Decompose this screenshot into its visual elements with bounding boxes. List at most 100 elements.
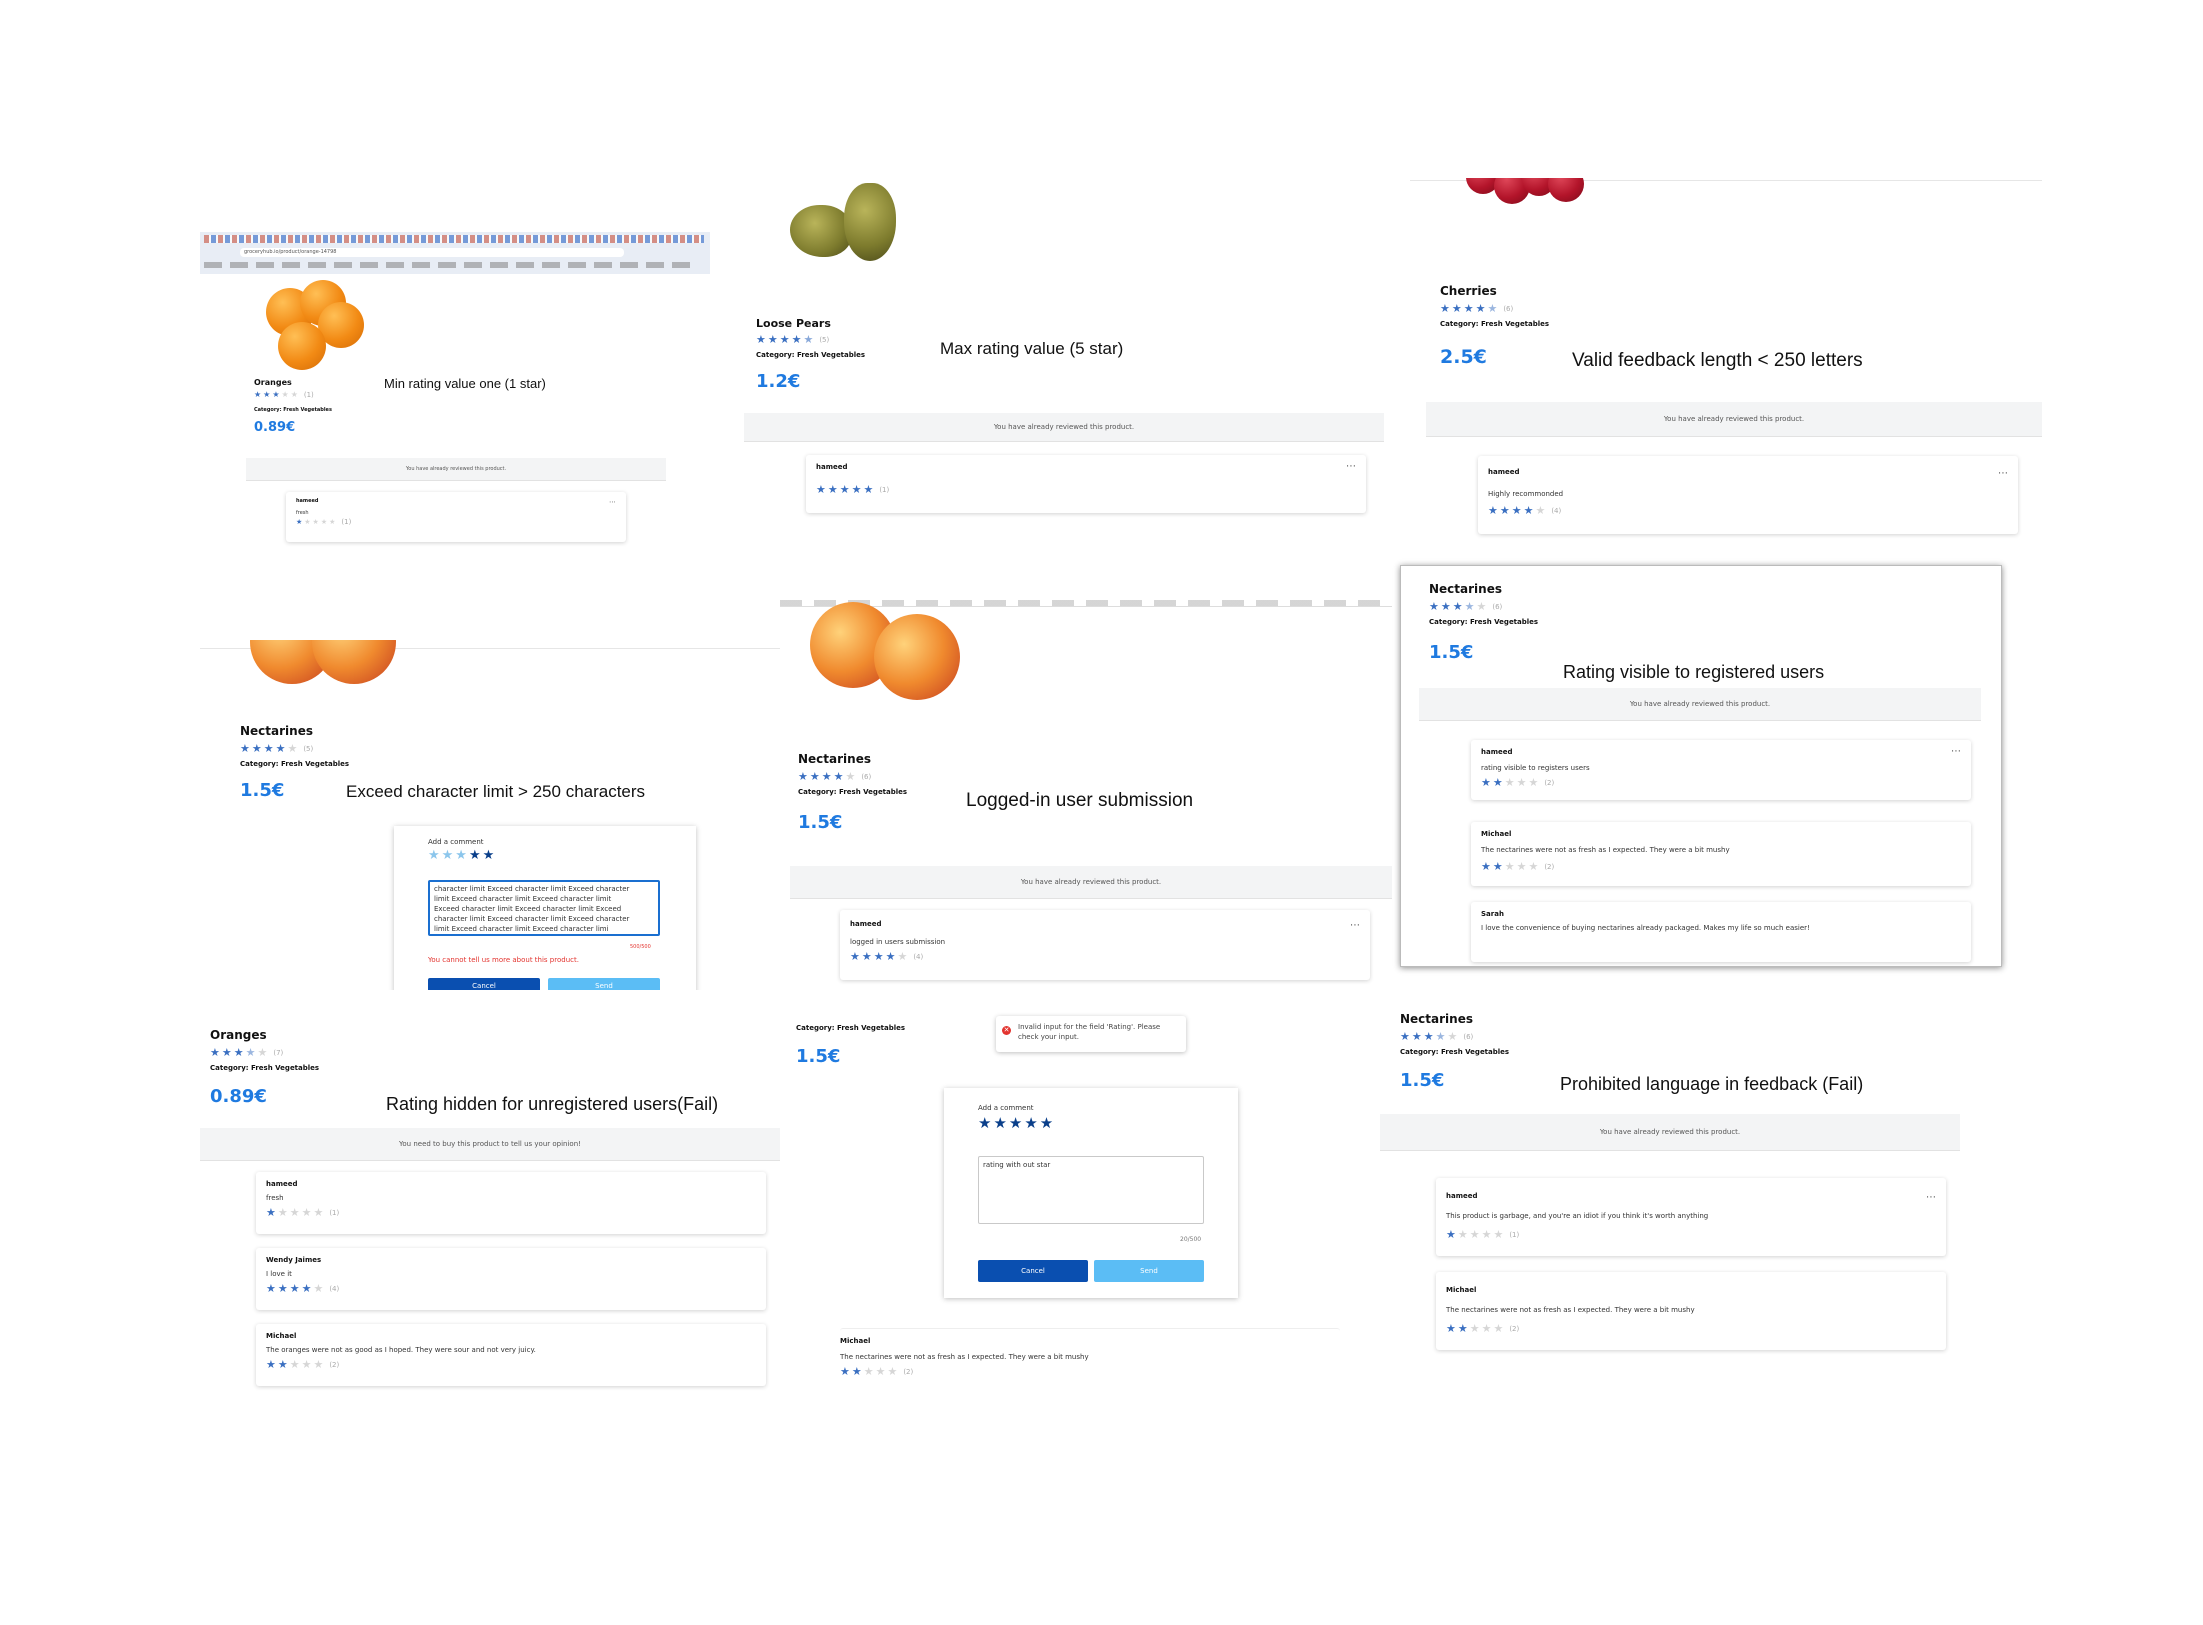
review-text: fresh (266, 1194, 284, 1202)
product-name: Nectarines (240, 724, 313, 738)
review-stars: ★★★★★ (2) (840, 1365, 914, 1378)
test-caption: Prohibited language in feedback (Fail) (1560, 1074, 1864, 1094)
reviewed-banner: You have already reviewed this product. (1380, 1114, 1960, 1151)
error-toast: ✕ Invalid input for the field 'Rating'. … (996, 1016, 1186, 1052)
review-card: Michael The oranges were not as good as … (256, 1324, 766, 1386)
cancel-button[interactable]: Cancel (428, 978, 540, 990)
review-stars: ★★★★★ (4) (266, 1282, 340, 1295)
review-stars: ★★★★★ (1) (266, 1206, 340, 1219)
comment-label: Add a comment (428, 838, 484, 846)
comment-form: Add a comment ★★★★★ rating with out star… (944, 1088, 1238, 1298)
star-rating-input[interactable]: ★★★★★ (428, 848, 496, 863)
review-card: hameed logged in users submission ★★★★★(… (840, 910, 1370, 980)
reviewed-banner: You have already reviewed this product. (744, 413, 1384, 442)
address-bar[interactable]: groceryhub.io/product/orange-14798 (240, 248, 624, 257)
product-category: Category: Fresh Vegetables (1400, 1048, 1510, 1056)
test-caption: Rating visible to registered users (1563, 662, 1825, 682)
product-price: 1.5€ (1429, 642, 1474, 663)
purchase-required-banner: You need to buy this product to tell us … (200, 1128, 780, 1161)
review-card: Michael The nectarines were not as fresh… (1471, 822, 1971, 886)
comment-form: Add a comment ★★★★★ character limit Exce… (394, 826, 696, 990)
more-options-icon[interactable]: ⋯ (609, 498, 616, 506)
rating-stars: ★★★★★ (5) (756, 333, 830, 346)
review-text: fresh (296, 510, 309, 516)
panel-min-rating: groceryhub.io/product/orange-14798 Orang… (200, 230, 710, 550)
rating-stars: ★★★★★ (6) (798, 770, 872, 783)
more-options-icon[interactable]: ⋯ (1346, 461, 1356, 472)
reviewed-banner: You have already reviewed this product. (1419, 688, 1981, 721)
product-name: Nectarines (798, 752, 871, 766)
panel-unregistered-hidden: Oranges ★★★★★ (7) Category: Fresh Vegetab… (200, 1020, 780, 1400)
product-price: 2.5€ (1440, 346, 1487, 368)
test-caption: Valid feedback length < 250 letters (1572, 350, 1863, 371)
review-card: Sarah I love the convenience of buying n… (1471, 902, 1971, 962)
review-text: The nectarines were not as fresh as I ex… (1481, 846, 1730, 854)
cherry-image (1548, 178, 1584, 202)
send-button[interactable]: Send (1094, 1260, 1204, 1282)
review-user: hameed (1488, 468, 1520, 476)
review-user: Michael (1481, 830, 1512, 838)
review-user: hameed (296, 498, 319, 504)
product-category: Category: Fresh Vegetables (254, 407, 332, 413)
review-card: hameed rating visible to registers users… (1471, 740, 1971, 800)
more-options-icon[interactable]: ⋯ (1926, 1192, 1936, 1203)
more-options-icon[interactable]: ⋯ (1951, 746, 1961, 757)
review-card: Michael The nectarines were not as fresh… (840, 1328, 1340, 1395)
review-text: The nectarines were not as fresh as I ex… (1446, 1306, 1695, 1314)
review-card: hameed fresh ★★★★★ (1) ⋯ (286, 492, 626, 542)
review-text: I love the convenience of buying nectari… (1481, 924, 1810, 932)
error-icon: ✕ (1002, 1026, 1011, 1035)
product-category: Category: Fresh Vegetables (1440, 320, 1550, 328)
review-stars: ★★★★★ (2) (1481, 860, 1555, 873)
comment-label: Add a comment (978, 1104, 1034, 1112)
review-card: hameed fresh ★★★★★ (1) (256, 1172, 766, 1234)
star-rating-input[interactable]: ★★★★★ (978, 1114, 1055, 1132)
comment-textarea[interactable]: rating with out star (978, 1156, 1204, 1224)
comment-textarea[interactable]: character limit Exceed character limit E… (428, 880, 660, 936)
orange-image (278, 322, 326, 370)
more-options-icon[interactable]: ⋯ (1998, 468, 2008, 479)
review-stars: ★★★★★ (2) (266, 1358, 340, 1371)
product-price: 1.5€ (798, 812, 843, 833)
product-name: Cherries (1440, 284, 1497, 298)
review-text: The nectarines were not as fresh as I ex… (840, 1353, 1089, 1361)
panel-prohibited-language: Nectarines ★★★★★ (6) Category: Fresh Vege… (1380, 1000, 1970, 1400)
review-card: hameed This product is garbage, and you'… (1436, 1178, 1946, 1256)
review-stars: ★★★★★ (1) (816, 483, 890, 496)
more-options-icon[interactable]: ⋯ (1350, 920, 1360, 931)
review-user: Sarah (1481, 910, 1504, 918)
review-user: hameed (1481, 748, 1513, 756)
rating-stars: ★★★★★ (7) (210, 1046, 284, 1059)
product-price: 1.2€ (756, 371, 801, 392)
browser-toolbar: groceryhub.io/product/orange-14798 (200, 232, 710, 274)
product-category: Category: Fresh Vegetables (798, 788, 908, 796)
panel-logged-in: Nectarines ★★★★★ (6) Category: Fresh Vege… (780, 600, 1392, 990)
review-text: The oranges were not as good as I hoped.… (266, 1346, 536, 1354)
review-user: Wendy Jaimes (266, 1256, 322, 1264)
send-button[interactable]: Send (548, 978, 660, 990)
reviewed-banner: You have already reviewed this product. (1426, 402, 2042, 437)
rating-count: (1) (303, 390, 314, 399)
review-user: hameed (850, 920, 882, 928)
review-user: Michael (1446, 1286, 1477, 1294)
product-name: Oranges (210, 1028, 267, 1042)
review-text: rating visible to registers users (1481, 764, 1590, 772)
cancel-button[interactable]: Cancel (978, 1260, 1088, 1282)
rating-stars: ★★★★★ (6) (1400, 1030, 1474, 1043)
panel-no-star: Category: Fresh Vegetables 1.5€ ✕ Invali… (780, 1000, 1340, 1400)
rating-stars: ★★★★★ (1) (254, 390, 314, 399)
review-text: This product is garbage, and you're an i… (1446, 1212, 1709, 1220)
product-name: Nectarines (1429, 582, 1502, 596)
review-user: hameed (266, 1180, 298, 1188)
product-category: Category: Fresh Vegetables (756, 351, 866, 359)
review-user: Michael (840, 1337, 871, 1345)
product-name: Nectarines (1400, 1012, 1473, 1026)
rating-stars: ★★★★★ (6) (1429, 600, 1503, 613)
pear-image (790, 205, 852, 257)
test-caption: Min rating value one (1 star) (384, 376, 546, 391)
review-text: I love it (266, 1270, 292, 1278)
review-stars: ★★★★★ (1) (296, 518, 352, 526)
review-stars: ★★★★★ (4) (850, 950, 924, 963)
panel-max-rating: Loose Pears ★★★★★ (5) Category: Fresh Veg… (740, 175, 1388, 535)
product-name: Loose Pears (756, 317, 831, 330)
